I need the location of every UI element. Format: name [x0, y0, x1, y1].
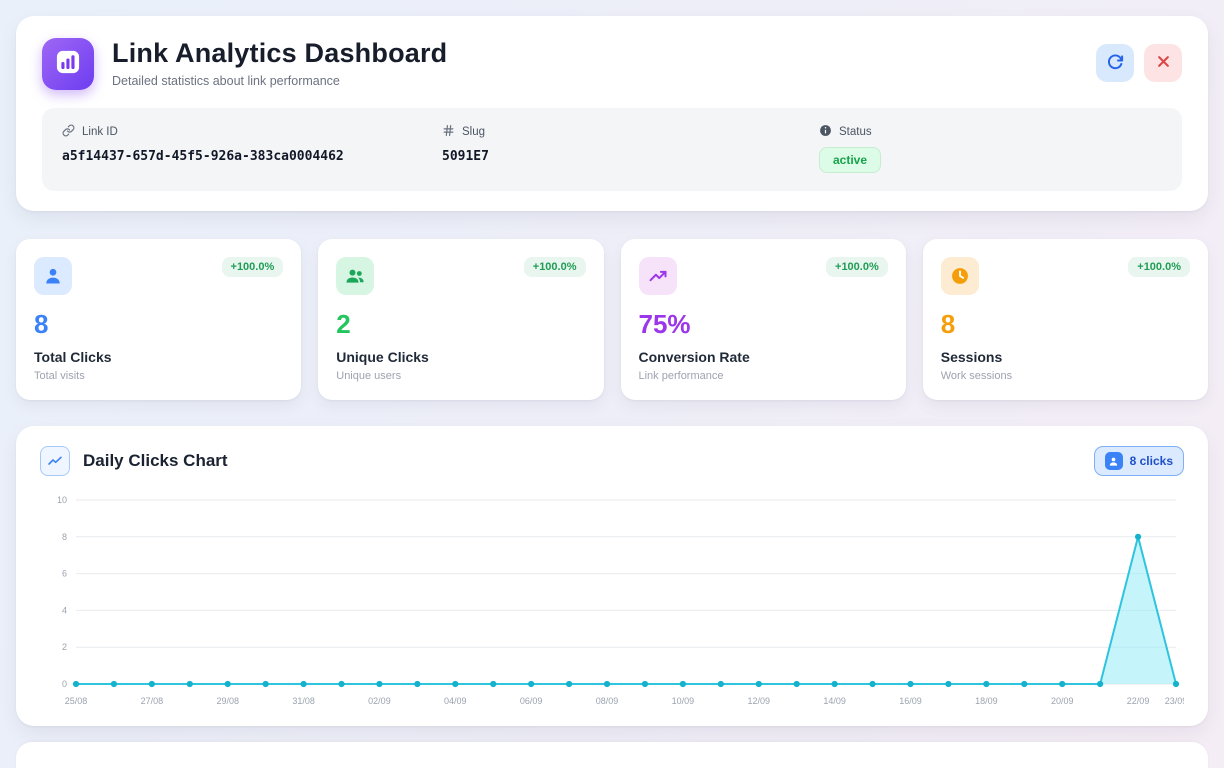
- header-top: Link Analytics Dashboard Detailed statis…: [42, 38, 1182, 90]
- svg-text:25/08: 25/08: [65, 696, 88, 706]
- stats-row: +100.0% 8 Total Clicks Total visits +100…: [16, 239, 1208, 400]
- clock-icon: [941, 257, 979, 295]
- slug-value: 5091E7: [442, 149, 819, 164]
- stat-card-total-clicks: +100.0% 8 Total Clicks Total visits: [16, 239, 301, 400]
- svg-text:8: 8: [62, 532, 67, 542]
- stat-sublabel: Unique users: [336, 370, 585, 382]
- page-title: Link Analytics Dashboard: [112, 38, 1096, 69]
- chart-header: Daily Clicks Chart 8 clicks: [40, 446, 1184, 476]
- close-icon: [1156, 54, 1171, 72]
- svg-text:04/09: 04/09: [444, 696, 467, 706]
- stat-sublabel: Link performance: [639, 370, 888, 382]
- refresh-icon: [1106, 53, 1124, 74]
- svg-text:12/09: 12/09: [747, 696, 770, 706]
- stat-value: 8: [34, 309, 283, 340]
- stat-card-conversion-rate: +100.0% 75% Conversion Rate Link perform…: [621, 239, 906, 400]
- refresh-button[interactable]: [1096, 44, 1134, 82]
- app-logo: [42, 38, 94, 90]
- stat-label: Unique Clicks: [336, 349, 585, 365]
- trend-badge: +100.0%: [524, 257, 586, 277]
- svg-text:31/08: 31/08: [292, 696, 315, 706]
- header-actions: [1096, 38, 1182, 82]
- slug-label: Slug: [462, 126, 485, 138]
- trending-up-icon: [639, 257, 677, 295]
- stat-card-sessions: +100.0% 8 Sessions Work sessions: [923, 239, 1208, 400]
- svg-text:4: 4: [62, 605, 67, 615]
- chart-area: 0 2 4 6 8 10 25/08 27/08 29/08 31/08 02/09 04/09 06/…: [40, 488, 1184, 712]
- stat-value: 2: [336, 309, 585, 340]
- trend-badge: +100.0%: [222, 257, 284, 277]
- svg-text:0: 0: [62, 679, 67, 689]
- stat-label: Conversion Rate: [639, 349, 888, 365]
- close-button[interactable]: [1144, 44, 1182, 82]
- svg-text:10: 10: [57, 495, 67, 505]
- link-id-field: Link ID a5f14437-657d-45f5-926a-383ca000…: [62, 124, 442, 173]
- svg-text:02/09: 02/09: [368, 696, 391, 706]
- svg-text:18/09: 18/09: [975, 696, 998, 706]
- svg-text:2: 2: [62, 642, 67, 652]
- trend-line-icon: [40, 446, 70, 476]
- status-label: Status: [839, 126, 872, 138]
- clicks-count-badge: 8 clicks: [1094, 446, 1184, 476]
- link-icon: [62, 124, 75, 140]
- header-card: Link Analytics Dashboard Detailed statis…: [16, 16, 1208, 211]
- header-titles: Link Analytics Dashboard Detailed statis…: [112, 38, 1096, 88]
- stat-value: 75%: [639, 309, 888, 340]
- svg-text:6: 6: [62, 569, 67, 579]
- svg-text:27/08: 27/08: [141, 696, 164, 706]
- link-id-label: Link ID: [82, 126, 118, 138]
- trend-badge: +100.0%: [826, 257, 888, 277]
- page-subtitle: Detailed statistics about link performan…: [112, 74, 1096, 88]
- svg-text:14/09: 14/09: [823, 696, 846, 706]
- svg-text:06/09: 06/09: [520, 696, 543, 706]
- clicks-count-label: 8 clicks: [1130, 454, 1173, 468]
- info-icon: [819, 124, 832, 140]
- partial-card: [16, 742, 1208, 768]
- stat-label: Total Clicks: [34, 349, 283, 365]
- svg-text:16/09: 16/09: [899, 696, 922, 706]
- daily-clicks-chart-card: Daily Clicks Chart 8 clicks 0 2 4 6 8 10 25/08…: [16, 426, 1208, 726]
- user-icon: [34, 257, 72, 295]
- hash-icon: [442, 124, 455, 140]
- stat-label: Sessions: [941, 349, 1190, 365]
- stat-sublabel: Total visits: [34, 370, 283, 382]
- link-id-value: a5f14437-657d-45f5-926a-383ca0004462: [62, 149, 442, 164]
- status-field: Status active: [819, 124, 1162, 173]
- svg-text:22/09: 22/09: [1127, 696, 1150, 706]
- stat-value: 8: [941, 309, 1190, 340]
- daily-clicks-line-chart: 0 2 4 6 8 10 25/08 27/08 29/08 31/08 02/09 04/09 06/…: [40, 488, 1184, 712]
- svg-text:23/09: 23/09: [1165, 696, 1184, 706]
- users-icon: [336, 257, 374, 295]
- chart-title: Daily Clicks Chart: [83, 451, 1094, 471]
- slug-field: Slug 5091E7: [442, 124, 819, 173]
- svg-text:20/09: 20/09: [1051, 696, 1074, 706]
- svg-text:29/08: 29/08: [216, 696, 239, 706]
- svg-text:10/09: 10/09: [672, 696, 695, 706]
- status-badge: active: [819, 147, 881, 173]
- stat-sublabel: Work sessions: [941, 370, 1190, 382]
- svg-text:08/09: 08/09: [596, 696, 619, 706]
- stat-card-unique-clicks: +100.0% 2 Unique Clicks Unique users: [318, 239, 603, 400]
- user-icon: [1105, 452, 1123, 470]
- trend-badge: +100.0%: [1128, 257, 1190, 277]
- bar-chart-icon: [54, 48, 82, 81]
- link-info-bar: Link ID a5f14437-657d-45f5-926a-383ca000…: [42, 108, 1182, 191]
